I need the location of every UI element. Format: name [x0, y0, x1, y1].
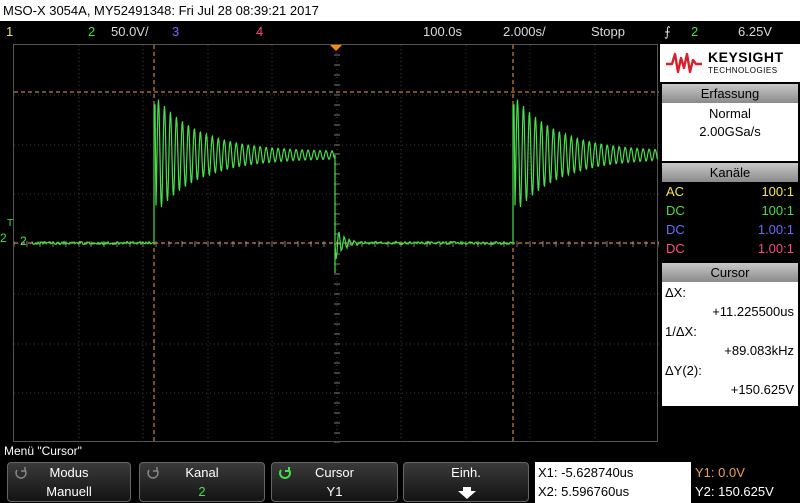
softkey-units[interactable]: Einh.	[403, 462, 529, 502]
channel-2-offset-label: 2	[20, 234, 27, 248]
trigger-level-marker[interactable]: T	[7, 218, 13, 229]
channel-row-3[interactable]: DC 1.00:1	[666, 222, 794, 238]
brand-name: KEYSIGHT	[708, 50, 784, 64]
trigger-position-marker[interactable]	[330, 45, 342, 51]
submenu-down-arrow-icon	[456, 487, 478, 499]
channels-header: Kanäle	[662, 163, 798, 182]
side-panel: KEYSIGHT TECHNOLOGIES Erfassung Normal 2…	[660, 44, 800, 442]
softkey-cursor-title: Cursor	[272, 465, 397, 480]
trigger-edge-icon: ⨍	[664, 24, 671, 40]
softkey-channel[interactable]: Kanal 2	[139, 462, 265, 502]
cursor-y1-readout: Y1: 0.0V	[695, 465, 745, 480]
channel-row-4[interactable]: DC 1.00:1	[666, 241, 794, 257]
horizontal-position: 100.0s	[423, 24, 462, 39]
cursor-header: Cursor	[662, 263, 798, 282]
channel-2-ground-marker[interactable]: 2	[0, 231, 7, 245]
softkey-cursor-value: Y1	[272, 484, 397, 499]
status-bar: 1 2 50.0V/ 3 4 100.0s 2.000s/ Stopp ⨍ 2 …	[0, 21, 800, 42]
channel-2-scale: 50.0V/	[111, 24, 149, 39]
softkey-units-title: Einh.	[404, 465, 528, 480]
channel-2-indicator[interactable]: 2	[88, 24, 95, 39]
cursor-x2-readout: X2: 5.596760us	[538, 484, 629, 499]
delta-x-label: ΔX:	[665, 285, 686, 300]
channel-4-indicator[interactable]: 4	[256, 24, 263, 39]
acquisition-body: Normal 2.00GSa/s	[662, 103, 798, 161]
inverse-delta-x-label: 1/ΔX:	[665, 324, 697, 339]
inverse-delta-x-value: +89.083kHz	[724, 343, 794, 358]
cursor-readout: X1: -5.628740us X2: 5.596760us Y1: 0.0V …	[535, 462, 799, 503]
sample-rate: 2.00GSa/s	[662, 124, 798, 139]
channel-3-indicator[interactable]: 3	[172, 24, 179, 39]
softkey-mode-value: Manuell	[8, 484, 130, 499]
channel-2-trace	[32, 100, 658, 274]
channels-list: AC 100:1 DC 100:1 DC 1.00:1 DC 1.00:1	[662, 182, 798, 264]
brand-subtitle: TECHNOLOGIES	[708, 66, 778, 75]
channel-row-1[interactable]: AC 100:1	[666, 184, 794, 200]
delta-y-value: +150.625V	[731, 382, 794, 397]
softkey-channel-title: Kanal	[140, 465, 264, 480]
waveform-graticule	[14, 45, 659, 443]
cursor-x1-readout: X1: -5.628740us	[538, 465, 633, 480]
trigger-level: 6.25V	[738, 24, 772, 39]
acquisition-header: Erfassung	[662, 84, 798, 103]
cursor-y2-readout: Y2: 150.625V	[695, 484, 774, 499]
window-title: MSO-X 3054A, MY52491348: Fri Jul 28 08:3…	[0, 0, 800, 21]
time-per-div: 2.000s/	[503, 24, 546, 39]
waveform-display[interactable]	[13, 44, 658, 442]
acquisition-mode: Normal	[662, 106, 798, 121]
trigger-channel: 2	[691, 24, 698, 39]
keysight-logo: KEYSIGHT TECHNOLOGIES	[660, 44, 800, 82]
keysight-wave-icon	[666, 50, 702, 74]
channel-1-indicator[interactable]: 1	[6, 24, 13, 39]
run-state: Stopp	[591, 24, 625, 39]
channel-row-2[interactable]: DC 100:1	[666, 203, 794, 219]
cursor-measurements: ΔX: +11.225500us 1/ΔX: +89.083kHz ΔY(2):…	[662, 282, 798, 406]
softkey-mode[interactable]: Modus Manuell	[7, 462, 131, 502]
softkey-mode-title: Modus	[8, 465, 130, 480]
delta-x-value: +11.225500us	[712, 304, 794, 319]
softkey-channel-value: 2	[140, 484, 264, 499]
softkey-cursor[interactable]: Cursor Y1	[271, 462, 398, 502]
menu-title: Menü "Cursor"	[4, 444, 82, 458]
delta-y-label: ΔY(2):	[665, 363, 702, 378]
